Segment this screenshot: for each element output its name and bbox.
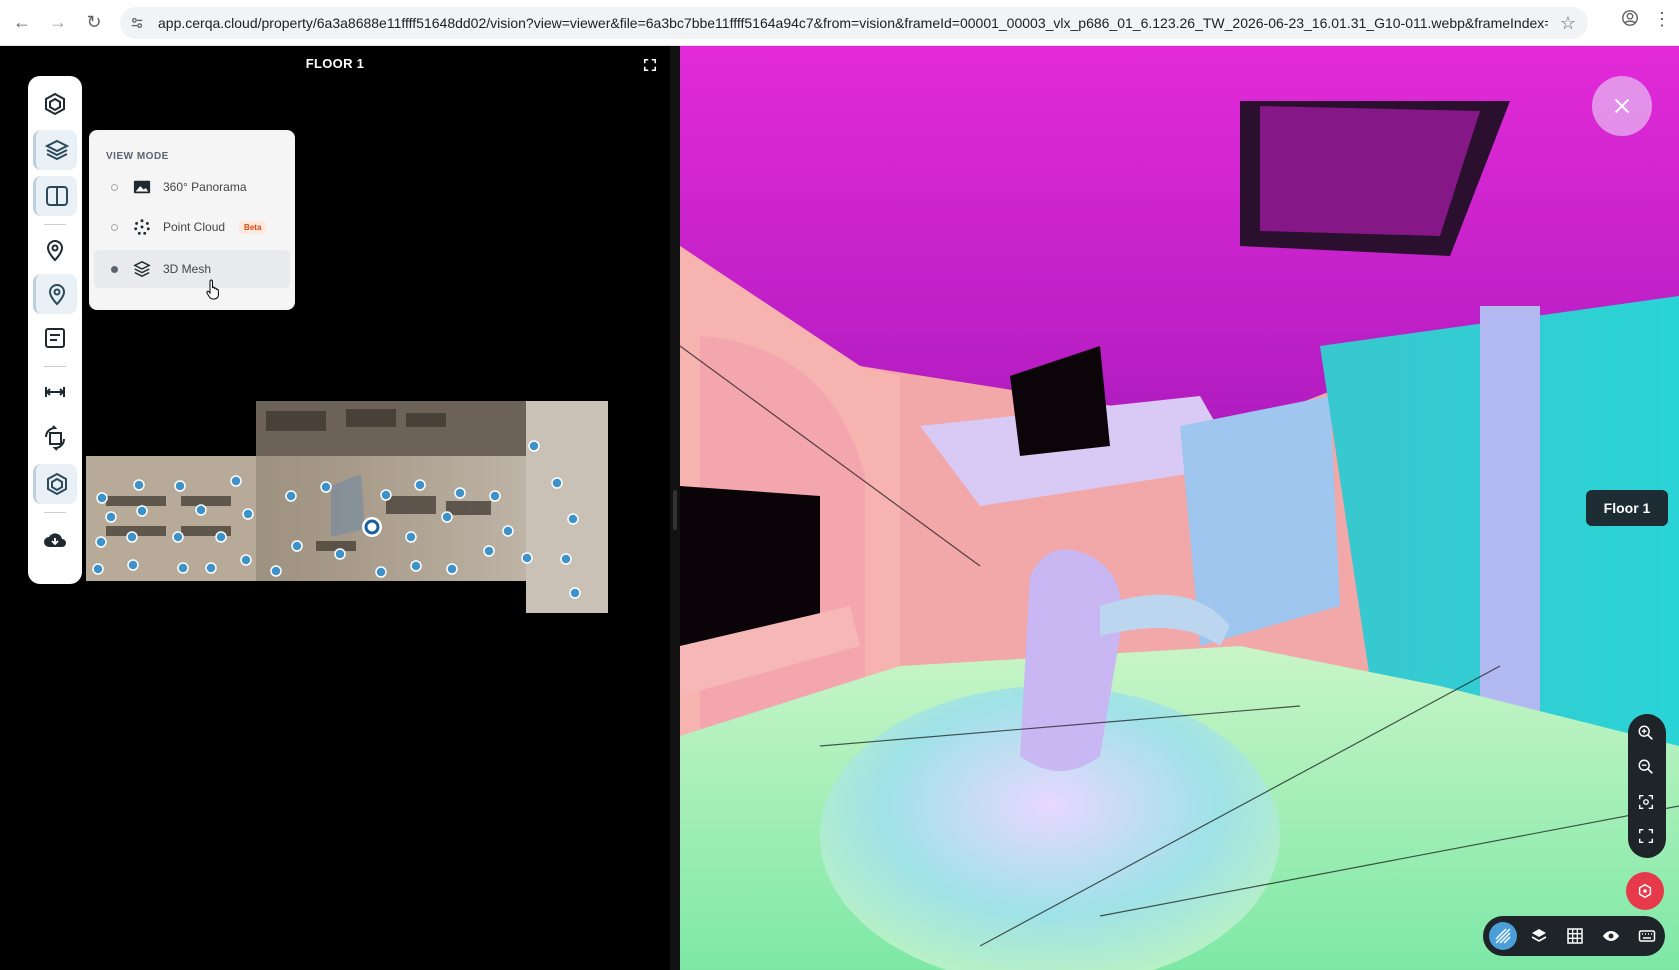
viewer-bottom-toolbar — [1483, 916, 1665, 956]
view-mode-label: 360° Panorama — [163, 180, 247, 194]
zoom-in-icon[interactable] — [1637, 724, 1657, 744]
site-info-icon[interactable] — [124, 10, 150, 36]
back-arrow-icon[interactable]: ← — [8, 9, 36, 37]
beta-badge: Beta — [239, 220, 267, 234]
cube-target-icon — [1638, 883, 1652, 899]
view-mode-title: VIEW MODE — [106, 151, 169, 162]
mesh-scene[interactable] — [680, 46, 1679, 970]
pin-active-icon[interactable] — [33, 274, 77, 314]
zoom-out-icon[interactable] — [1637, 758, 1657, 778]
profile-icon[interactable] — [1621, 9, 1639, 32]
toolbar-divider — [44, 224, 66, 225]
toolbar-divider — [44, 512, 66, 513]
grid-icon[interactable] — [1561, 922, 1589, 950]
expand-icon[interactable] — [643, 58, 659, 74]
point-cloud-icon — [132, 217, 152, 237]
fullscreen-icon[interactable] — [1637, 827, 1657, 847]
capture-button[interactable] — [1626, 872, 1664, 910]
url-text[interactable]: app.cerqa.cloud/property/6a3a8688e11ffff… — [158, 15, 1548, 31]
close-icon — [1614, 98, 1630, 114]
layers-icon[interactable] — [1525, 922, 1553, 950]
menu-kebab-icon[interactable]: ⋮ — [1653, 9, 1671, 32]
layers-icon[interactable] — [33, 130, 77, 170]
layers-icon — [132, 259, 152, 279]
3d-mesh-viewer[interactable]: Floor 1 — [680, 46, 1679, 970]
split-view-icon[interactable] — [33, 176, 77, 216]
close-button[interactable] — [1592, 76, 1652, 136]
toolbar-divider — [44, 366, 66, 367]
browser-toolbar: ← → ↻ app.cerqa.cloud/property/6a3a8688e… — [0, 0, 1679, 46]
view-mode-option-3d-mesh[interactable]: 3D Mesh — [94, 250, 290, 288]
radio-button-selected[interactable] — [111, 265, 118, 273]
floor-title: FLOOR 1 — [305, 56, 365, 71]
forward-arrow-icon[interactable]: → — [44, 9, 72, 37]
floorplan-map[interactable] — [86, 401, 608, 613]
radio-button[interactable] — [111, 223, 118, 231]
image-icon — [132, 177, 152, 197]
view-mode-menu: VIEW MODE 360° Panorama Point Cloud Beta… — [89, 130, 295, 310]
view-mode-option-panorama[interactable]: 360° Panorama — [94, 168, 290, 206]
cube-icon[interactable] — [33, 84, 77, 124]
left-toolbar — [28, 76, 82, 584]
eye-icon[interactable] — [1597, 922, 1625, 950]
reload-icon[interactable]: ↻ — [80, 9, 108, 37]
measure-icon[interactable] — [33, 372, 77, 412]
zoom-controls — [1628, 714, 1666, 858]
hand-cursor-icon — [206, 279, 219, 300]
radio-button[interactable] — [111, 183, 118, 191]
floor-badge[interactable]: Floor 1 — [1586, 490, 1668, 526]
bookmark-star-icon[interactable]: ☆ — [1556, 11, 1580, 35]
cube-active-icon[interactable] — [33, 464, 77, 504]
split-handle[interactable] — [673, 490, 677, 530]
address-bar[interactable]: app.cerqa.cloud/property/6a3a8688e11ffff… — [120, 7, 1588, 39]
hatch-icon[interactable] — [1489, 922, 1517, 950]
notes-icon[interactable] — [33, 318, 77, 358]
floorplan-panel: FLOOR 1 VIEW MODE 360° Panorama Point Cl… — [0, 46, 670, 970]
pin-icon[interactable] — [33, 230, 77, 270]
view-mode-option-point-cloud[interactable]: Point Cloud Beta — [94, 208, 290, 246]
cloud-download-icon[interactable] — [33, 520, 77, 560]
focus-icon[interactable] — [1637, 793, 1657, 813]
view-mode-label: 3D Mesh — [163, 262, 212, 276]
rotate-icon[interactable] — [33, 418, 77, 458]
keyboard-icon[interactable] — [1633, 922, 1661, 950]
view-mode-label: Point Cloud — [163, 220, 226, 234]
